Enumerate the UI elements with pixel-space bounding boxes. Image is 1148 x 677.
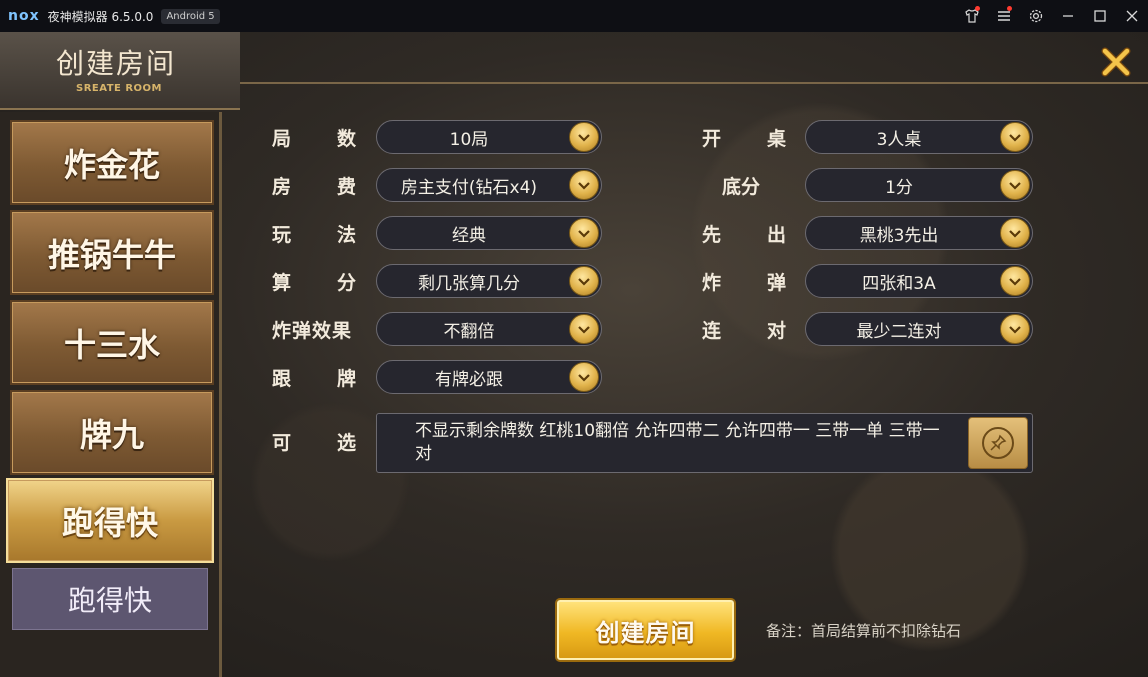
gear-icon[interactable] [1020, 0, 1052, 32]
tab-label: 炸金花 [63, 145, 160, 184]
sidebar-tab-zhajinhua[interactable]: 炸金花 [10, 120, 214, 205]
minimize-icon[interactable] [1052, 0, 1084, 32]
diamond-note: 备注：首局结算前不扣除钻石 [766, 622, 962, 640]
emulator-titlebar: nox 夜神模拟器 6.5.0.0 Android 5 [0, 0, 1148, 32]
label-rounds: 局数 [272, 128, 356, 150]
page-subtitle: SREATE ROOM [76, 83, 162, 94]
chevron-down-icon [569, 218, 599, 248]
label-first-play: 先出 [702, 224, 786, 246]
header-divider [240, 82, 1148, 84]
bomb-effect-select[interactable]: 不翻倍 [376, 312, 602, 346]
chevron-down-icon [1000, 314, 1030, 344]
sidebar-tab-paijiu[interactable]: 牌九 [10, 390, 214, 475]
create-room-label: 创建房间 [595, 618, 696, 647]
bomb-select[interactable]: 四张和3A [805, 264, 1033, 298]
label-play-mode: 玩法 [272, 224, 356, 246]
create-room-screen: 创建房间 SREATE ROOM 炸金花 推锅牛牛 十三水 牌九 跑得快 跑得快… [0, 32, 1148, 677]
sidebar-tab-paodekuai[interactable]: 跑得快 [6, 478, 214, 563]
tab-label: 推锅牛牛 [47, 235, 176, 274]
pairs-select[interactable]: 最少二连对 [805, 312, 1033, 346]
label-scoring: 算分 [272, 272, 356, 294]
optional-rules-box[interactable]: 不显示剩余牌数 红桃10翻倍 允许四带二 允许四带一 三带一单 三带一对 [376, 413, 1033, 473]
play-mode-select[interactable]: 经典 [376, 216, 602, 250]
subtab-label: 跑得快 [67, 584, 152, 617]
optional-rules-text: 不显示剩余牌数 红桃10翻倍 允许四带二 允许四带一 三带一单 三带一对 [415, 421, 940, 464]
nox-logo: nox [8, 8, 40, 24]
table-size-select[interactable]: 3人桌 [805, 120, 1033, 154]
scoring-select[interactable]: 剩几张算几分 [376, 264, 602, 298]
menu-icon[interactable] [988, 0, 1020, 32]
sidebar-tab-tuiguoniuniu[interactable]: 推锅牛牛 [10, 210, 214, 295]
game-type-sidebar: 炸金花 推锅牛牛 十三水 牌九 跑得快 跑得快 [0, 112, 222, 677]
notification-dot [975, 6, 980, 11]
app-title: 夜神模拟器 6.5.0.0 [47, 9, 154, 24]
maximize-icon[interactable] [1084, 0, 1116, 32]
android-version-badge: Android 5 [161, 8, 220, 24]
page-title: 创建房间 [56, 47, 177, 80]
chevron-down-icon [1000, 122, 1030, 152]
notification-dot [1007, 6, 1012, 11]
close-window-icon[interactable] [1116, 0, 1148, 32]
tab-label: 跑得快 [61, 503, 158, 542]
create-room-button[interactable]: 创建房间 [557, 600, 734, 660]
room-fee-select[interactable]: 房主支付(钻石x4) [376, 168, 602, 202]
label-room-fee: 房费 [272, 176, 356, 198]
tab-label: 牌九 [79, 415, 144, 454]
sidebar-subtab-paodekuai[interactable]: 跑得快 [12, 568, 208, 630]
chevron-down-icon [569, 362, 599, 392]
label-bomb-effect: 炸弹效果 [272, 320, 353, 342]
chevron-down-icon [569, 314, 599, 344]
chevron-down-icon [569, 122, 599, 152]
pin-icon [982, 427, 1014, 459]
label-bomb: 炸弹 [702, 272, 786, 294]
label-optional: 可选 [272, 432, 356, 454]
shirt-icon[interactable] [956, 0, 988, 32]
tab-label: 十三水 [63, 325, 160, 364]
sidebar-tab-shisanshui[interactable]: 十三水 [10, 300, 214, 385]
close-dialog-button[interactable] [1096, 44, 1136, 80]
follow-card-select[interactable]: 有牌必跟 [376, 360, 602, 394]
label-table-size: 开桌 [702, 128, 786, 150]
chevron-down-icon [1000, 170, 1030, 200]
label-base-score: 底分 [722, 176, 761, 198]
rounds-select[interactable]: 10局 [376, 120, 602, 154]
chevron-down-icon [569, 170, 599, 200]
window-controls [956, 0, 1148, 32]
base-score-select[interactable]: 1分 [805, 168, 1033, 202]
chevron-down-icon [569, 266, 599, 296]
edit-options-button[interactable] [968, 417, 1028, 469]
label-follow-card: 跟牌 [272, 368, 356, 390]
close-icon [1101, 47, 1131, 77]
label-pairs: 连对 [702, 320, 786, 342]
first-play-select[interactable]: 黑桃3先出 [805, 216, 1033, 250]
chevron-down-icon [1000, 266, 1030, 296]
chevron-down-icon [1000, 218, 1030, 248]
